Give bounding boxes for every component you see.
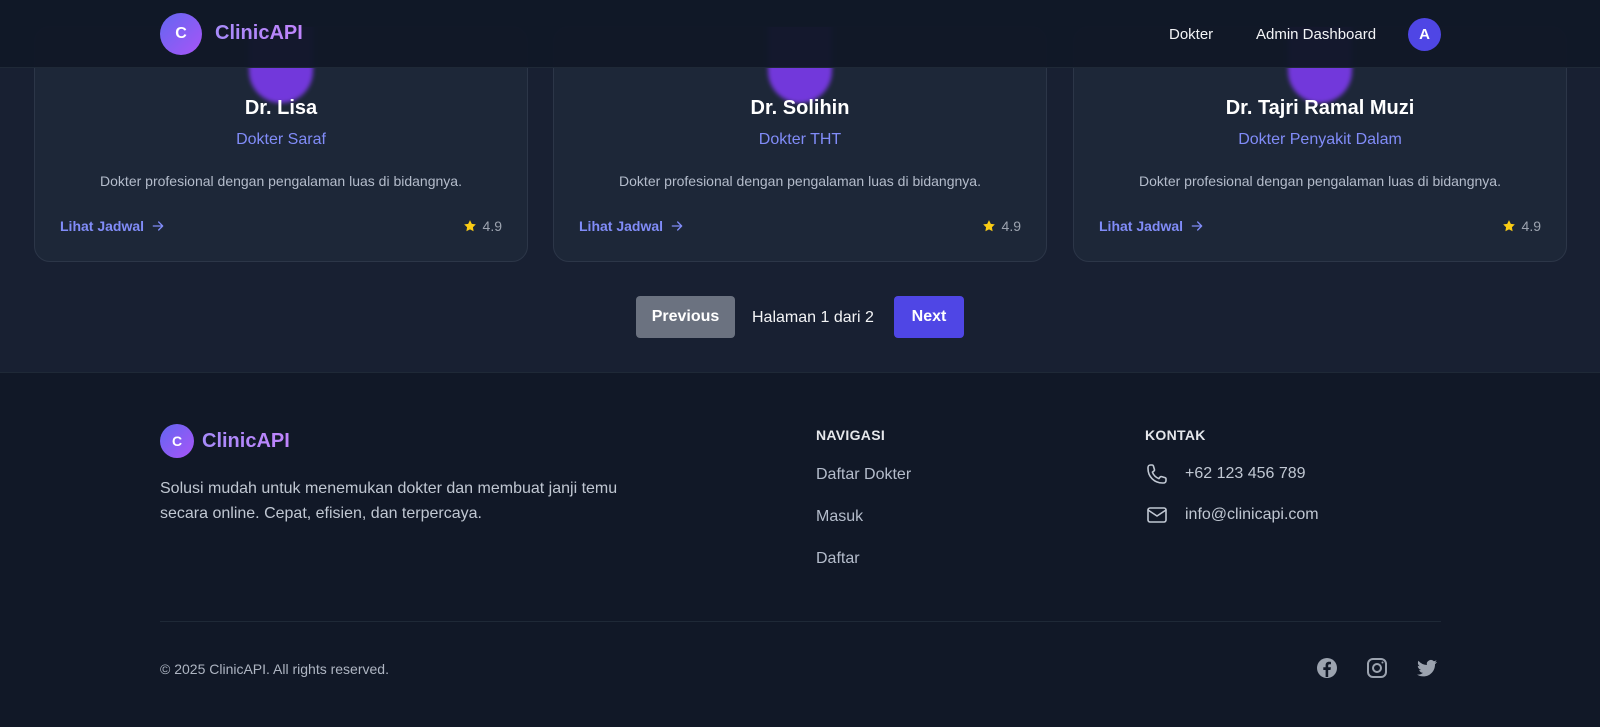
nav-dokter-link[interactable]: Dokter xyxy=(1169,26,1213,43)
contact-phone-text: +62 123 456 789 xyxy=(1185,465,1306,482)
arrow-right-icon xyxy=(1191,221,1203,231)
contact-email: info@clinicapi.com xyxy=(1145,503,1319,527)
phone-icon xyxy=(1147,464,1167,484)
page-indicator: Halaman 1 dari 2 xyxy=(752,309,874,326)
star-icon xyxy=(1502,220,1515,232)
footer-link-daftar-dokter[interactable]: Daftar Dokter xyxy=(816,466,911,484)
doctor-description: Dokter profesional dengan pengalaman lua… xyxy=(100,173,462,189)
twitter-icon[interactable] xyxy=(1415,656,1439,680)
brand-name[interactable]: ClinicAPI xyxy=(215,22,303,45)
footer-contact-title: KONTAK xyxy=(1145,427,1206,443)
nav-admin-dashboard-link[interactable]: Admin Dashboard xyxy=(1256,26,1376,43)
contact-phone: +62 123 456 789 xyxy=(1145,462,1306,486)
rating-value: 4.9 xyxy=(482,218,502,234)
footer-divider xyxy=(160,621,1441,622)
mail-icon xyxy=(1147,507,1167,523)
doctor-name: Dr. Solihin xyxy=(750,97,850,119)
star-icon xyxy=(463,220,476,232)
view-schedule-link[interactable]: Lihat Jadwal xyxy=(1099,218,1205,234)
view-schedule-label: Lihat Jadwal xyxy=(60,218,145,234)
doctor-specialty: Dokter THT xyxy=(758,131,842,148)
copyright-text: © 2025 ClinicAPI. All rights reserved. xyxy=(160,661,389,677)
view-schedule-link[interactable]: Lihat Jadwal xyxy=(579,218,685,234)
star-icon xyxy=(982,220,995,232)
doctor-specialty: Dokter Penyakit Dalam xyxy=(1238,131,1402,148)
facebook-icon[interactable] xyxy=(1315,656,1339,680)
footer-nav-title: NAVIGASI xyxy=(816,427,886,443)
doctor-rating: 4.9 xyxy=(982,218,1021,234)
doctor-name: Dr. Tajri Ramal Muzi xyxy=(1225,97,1415,119)
top-navbar: C ClinicAPI Dokter Admin Dashboard A xyxy=(0,0,1600,68)
doctor-specialty: Dokter Saraf xyxy=(236,131,326,148)
instagram-icon[interactable] xyxy=(1365,656,1389,680)
footer-link-masuk[interactable]: Masuk xyxy=(816,508,863,526)
view-schedule-link[interactable]: Lihat Jadwal xyxy=(60,218,166,234)
arrow-right-icon xyxy=(671,221,683,231)
site-footer: C ClinicAPI Solusi mudah untuk menemukan… xyxy=(0,372,1600,727)
footer-link-daftar[interactable]: Daftar xyxy=(816,550,860,568)
view-schedule-label: Lihat Jadwal xyxy=(1099,218,1184,234)
logo-badge[interactable]: C xyxy=(160,13,202,55)
footer-description: Solusi mudah untuk menemukan dokter dan … xyxy=(160,480,618,522)
next-page-button[interactable]: Next xyxy=(894,296,964,338)
view-schedule-label: Lihat Jadwal xyxy=(579,218,664,234)
doctor-name: Dr. Lisa xyxy=(244,97,318,119)
previous-page-button[interactable]: Previous xyxy=(636,296,735,338)
footer-brand-name: ClinicAPI xyxy=(202,430,290,452)
doctor-rating: 4.9 xyxy=(1502,218,1541,234)
rating-value: 4.9 xyxy=(1521,218,1541,234)
footer-logo-badge: C xyxy=(160,424,194,458)
arrow-right-icon xyxy=(152,221,164,231)
rating-value: 4.9 xyxy=(1001,218,1021,234)
user-avatar-button[interactable]: A xyxy=(1408,18,1441,51)
contact-email-text: info@clinicapi.com xyxy=(1185,506,1319,523)
doctor-description: Dokter profesional dengan pengalaman lua… xyxy=(619,173,981,189)
doctor-rating: 4.9 xyxy=(463,218,502,234)
doctor-description: Dokter profesional dengan pengalaman lua… xyxy=(1139,173,1501,189)
